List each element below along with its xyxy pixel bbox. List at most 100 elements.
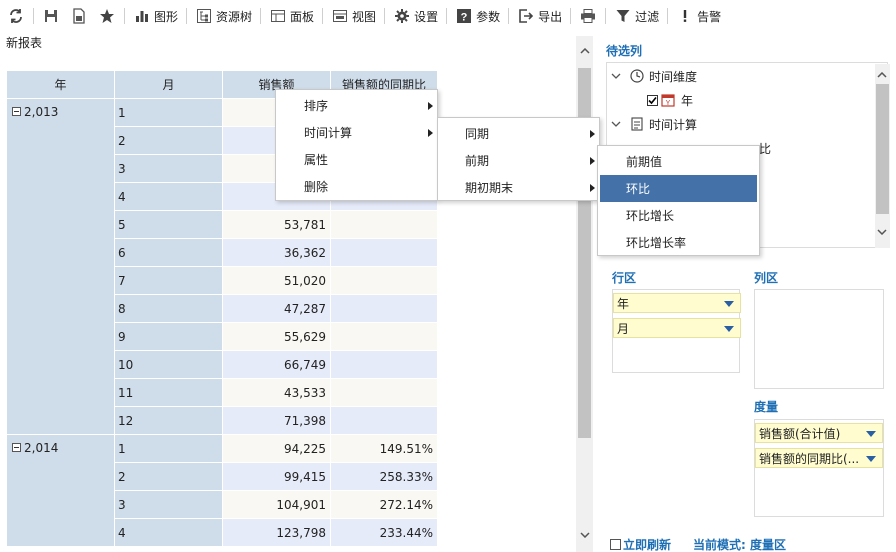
question-button[interactable]: ? 参数 <box>450 4 505 28</box>
menu-item-label: 前期 <box>465 154 490 168</box>
menu-item-label: 期初期末 <box>465 181 514 195</box>
collapse-icon[interactable] <box>12 107 21 116</box>
row-field-label: 月 <box>617 321 630 336</box>
menu-item-chain-growth-rate[interactable]: 环比增长率 <box>598 229 759 256</box>
menu-item-previous-period[interactable]: 前期 <box>438 147 599 174</box>
tree-node-time-dimension[interactable]: 时间维度 <box>611 66 697 86</box>
menu-item-label: 同期 <box>465 127 490 141</box>
menu-item-label: 属性 <box>304 153 329 167</box>
tree-node-partial[interactable]: 比 <box>759 138 771 158</box>
menu-item-chain-ratio[interactable]: 环比 <box>600 175 757 202</box>
row-zone[interactable]: 年 月 <box>612 289 741 373</box>
submenu-arrow-icon <box>590 157 595 165</box>
calendar-icon: Y <box>661 93 677 107</box>
print-button[interactable] <box>574 4 602 28</box>
toolbar: 图形 资源树 面板 视图 设置 ? 参数 导出 过滤 告警 <box>0 0 896 32</box>
yoy-cell <box>330 350 438 379</box>
tree-node-time-calc[interactable]: 时间计算 <box>611 114 697 134</box>
month-cell: 7 <box>114 266 223 295</box>
month-cell: 1 <box>114 98 223 127</box>
month-cell: 8 <box>114 294 223 323</box>
toolbar-separator <box>186 8 188 24</box>
chart-button[interactable]: 图形 <box>128 4 183 28</box>
year-cell: 2,014 <box>6 434 115 547</box>
col-zone[interactable] <box>754 289 884 389</box>
measure-chip[interactable]: 销售额(合计值) <box>755 423 883 443</box>
star-button[interactable] <box>93 4 121 28</box>
month-cell: 6 <box>114 238 223 267</box>
refresh-button[interactable] <box>2 4 30 28</box>
column-header-month[interactable]: 月 <box>114 70 223 99</box>
field-panel: 待选列 时间维度 Y 年 时间计算 比 行区 年 月 列区 度量 销售额(合计值… <box>598 34 896 552</box>
scroll-down-icon[interactable] <box>877 224 887 238</box>
yoy-cell: 149.51% <box>330 434 438 463</box>
yoy-cell <box>330 266 438 295</box>
menu-item-delete[interactable]: 删除 <box>276 173 437 200</box>
report-vertical-scrollbar[interactable] <box>576 36 593 552</box>
month-cell: 4 <box>114 518 223 547</box>
resource-tree-button[interactable]: 资源树 <box>190 4 257 28</box>
dropdown-icon[interactable] <box>724 326 734 332</box>
row-zone-title: 行区 <box>612 271 637 285</box>
tree-scrollbar-thumb[interactable] <box>876 84 889 214</box>
filter-button[interactable]: 过滤 <box>609 4 664 28</box>
row-field-chip[interactable]: 年 <box>613 293 741 313</box>
scroll-up-icon[interactable] <box>877 67 887 81</box>
measure-chip[interactable]: 销售额的同期比(... <box>755 448 883 468</box>
alert-label: 告警 <box>697 9 722 24</box>
month-cell: 11 <box>114 378 223 407</box>
sales-cell: 55,629 <box>222 322 331 351</box>
menu-item-properties[interactable]: 属性 <box>276 146 437 173</box>
auto-refresh-checkbox[interactable] <box>610 539 621 550</box>
alert-button[interactable]: 告警 <box>671 4 726 28</box>
save-as-button[interactable] <box>65 4 93 28</box>
auto-refresh-toggle[interactable]: 立即刷新 <box>610 536 671 552</box>
star-icon <box>98 7 116 25</box>
chart-label: 图形 <box>154 9 179 24</box>
svg-text:?: ? <box>461 12 468 24</box>
save-button[interactable] <box>37 4 65 28</box>
scroll-up-icon[interactable] <box>576 42 593 59</box>
menu-item-sort[interactable]: 排序 <box>276 92 437 119</box>
tree-node-year[interactable]: Y 年 <box>647 90 693 110</box>
yoy-cell: 258.33% <box>330 462 438 491</box>
menu-item-previous-value[interactable]: 前期值 <box>598 148 759 175</box>
previous-period-submenu: 前期值 环比 环比增长 环比增长率 <box>597 145 760 256</box>
menu-item-period-start-end[interactable]: 期初期末 <box>438 174 599 201</box>
chevron-down-icon[interactable] <box>611 121 625 127</box>
dropdown-icon[interactable] <box>724 301 734 307</box>
month-cell: 1 <box>114 434 223 463</box>
yoy-cell: 272.14% <box>330 490 438 519</box>
collapse-icon[interactable] <box>12 443 21 452</box>
month-cell: 9 <box>114 322 223 351</box>
view-button[interactable]: 视图 <box>326 4 381 28</box>
menu-item-chain-growth[interactable]: 环比增长 <box>598 202 759 229</box>
sales-cell: 99,415 <box>222 462 331 491</box>
panel-button[interactable]: 面板 <box>264 4 319 28</box>
toolbar-separator <box>570 8 572 24</box>
month-cell: 12 <box>114 406 223 435</box>
menu-item-label: 排序 <box>304 99 329 113</box>
dropdown-icon[interactable] <box>866 431 876 437</box>
sales-cell: 94,225 <box>222 434 331 463</box>
chevron-down-icon[interactable] <box>611 73 625 79</box>
export-button[interactable]: 导出 <box>512 4 567 28</box>
menu-item-time-calc[interactable]: 时间计算 <box>276 119 437 146</box>
column-header-year[interactable]: 年 <box>6 70 115 99</box>
menu-item-label: 前期值 <box>626 155 663 169</box>
dropdown-icon[interactable] <box>866 456 876 462</box>
row-field-chip[interactable]: 月 <box>613 318 741 338</box>
measure-zone[interactable]: 销售额(合计值) 销售额的同期比(... <box>754 419 884 517</box>
menu-item-label: 环比增长率 <box>626 236 687 250</box>
year-checkbox[interactable] <box>647 94 658 106</box>
chart-icon <box>133 7 151 25</box>
tree-scrollbar[interactable] <box>875 64 890 248</box>
gear-button[interactable]: 设置 <box>388 4 443 28</box>
refresh-icon <box>7 7 25 25</box>
sales-cell: 36,362 <box>222 238 331 267</box>
yoy-cell <box>330 406 438 435</box>
menu-item-same-period[interactable]: 同期 <box>438 120 599 147</box>
yoy-cell <box>330 322 438 351</box>
view-icon <box>331 7 349 25</box>
scroll-down-icon[interactable] <box>576 526 593 543</box>
